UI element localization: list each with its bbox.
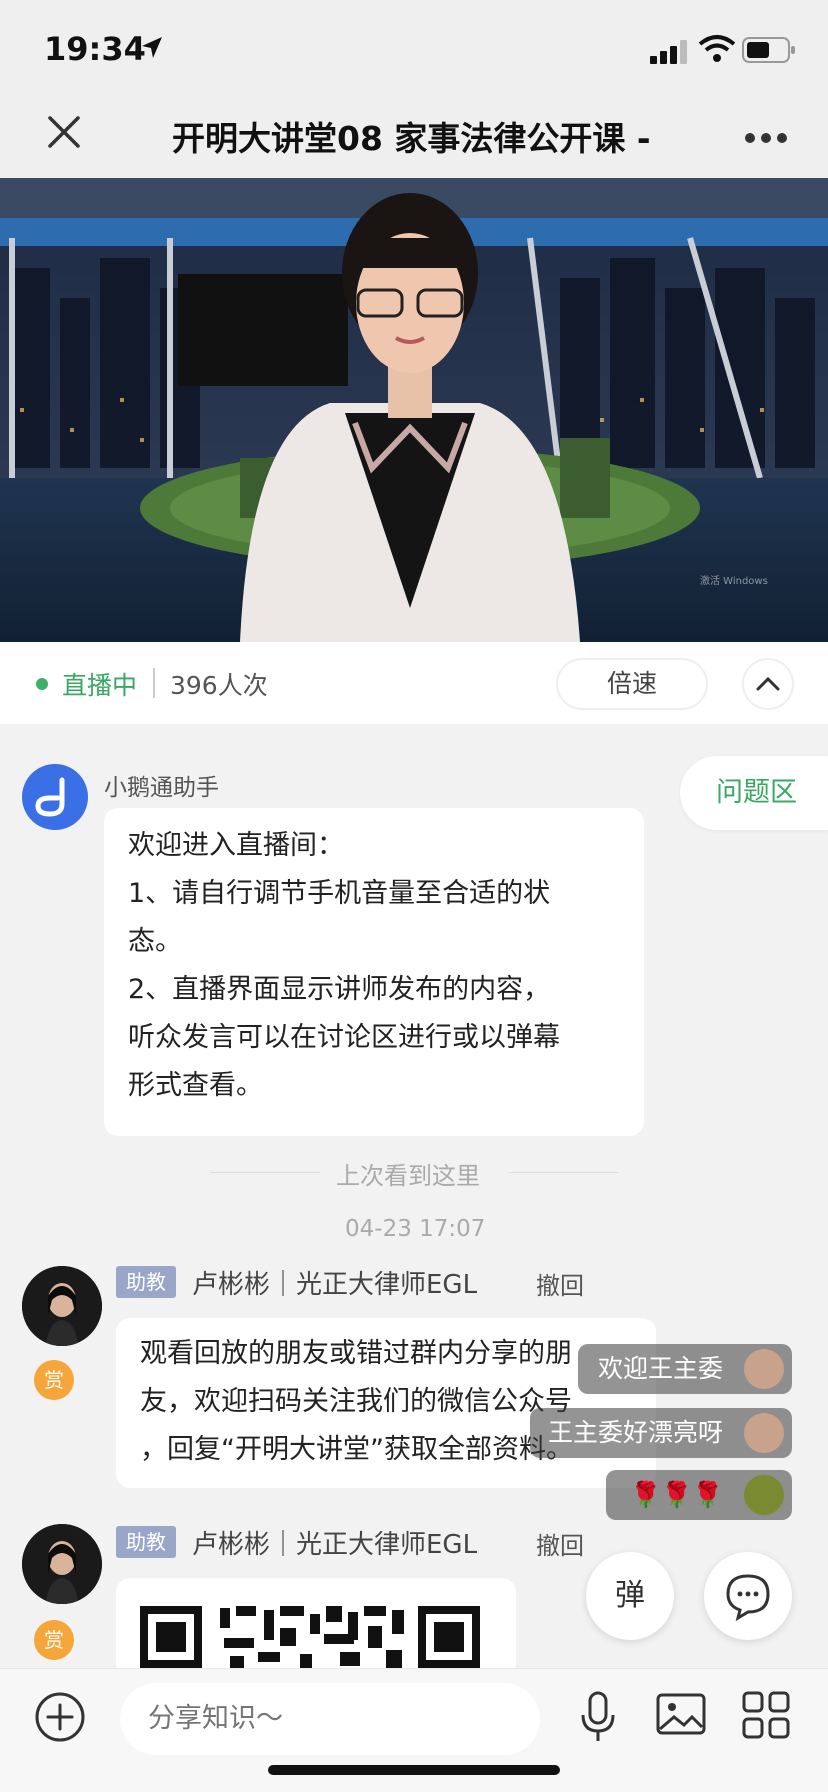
role-badge: 助教 <box>116 1266 176 1298</box>
location-arrow-icon <box>142 37 162 58</box>
message-line: 2、直播界面显示讲师发布的内容， <box>128 974 551 1005</box>
status-separator <box>153 668 155 698</box>
role-badge: 助教 <box>116 1526 176 1558</box>
qr-code-message[interactable] <box>116 1578 516 1678</box>
divider-line-left <box>210 1172 320 1173</box>
sunflower-icon <box>744 1475 784 1515</box>
danmaku-text: 王主委好漂亮呀 <box>548 1418 724 1447</box>
danmaku-item: 欢迎王主委 <box>578 1344 792 1394</box>
image-icon[interactable] <box>656 1691 706 1737</box>
assistant-message-bubble: 欢迎进入直播间： 1、请自行调节手机音量至合适的状 态。 2、直播界面显示讲师发… <box>104 808 644 1136</box>
apps-grid-icon[interactable] <box>742 1691 790 1739</box>
live-status: 直播中 <box>62 671 138 700</box>
more-icon[interactable] <box>744 132 788 144</box>
chat-button[interactable] <box>704 1552 792 1640</box>
live-video-player[interactable]: 激活 Windows <box>0 178 828 642</box>
avatar-photo <box>22 1524 102 1604</box>
danmaku-text: 🌹🌹🌹 <box>630 1480 724 1509</box>
home-indicator <box>268 1765 560 1775</box>
message-line: 形式查看。 <box>128 1070 263 1101</box>
close-icon[interactable] <box>44 112 84 152</box>
assistant-avatar[interactable] <box>22 764 88 830</box>
page-title: 开明大讲堂08 家事法律公开课 - <box>172 119 651 158</box>
windows-watermark: 激活 Windows <box>700 576 768 587</box>
add-circle-icon[interactable] <box>34 1691 86 1743</box>
message-line: 听众发言可以在讨论区进行或以弹幕 <box>128 1022 560 1053</box>
last-seen-divider: 上次看到这里 <box>336 1162 480 1190</box>
status-time: 19:34 <box>44 30 146 68</box>
message-timestamp: 04-23 17:07 <box>345 1216 486 1242</box>
cellular-signal-icon <box>650 40 687 64</box>
message-input[interactable] <box>120 1683 540 1755</box>
note-icon <box>35 777 65 817</box>
message-line: 态。 <box>128 926 182 957</box>
divider-line-right <box>508 1172 618 1173</box>
collapse-button[interactable] <box>742 658 794 710</box>
wifi-icon <box>698 35 736 62</box>
danmaku-text: 欢迎王主委 <box>598 1354 724 1383</box>
message-line: 观看回放的朋友或错过群内分享的朋 <box>140 1338 572 1369</box>
sender-avatar[interactable] <box>22 1266 102 1346</box>
live-indicator-dot <box>36 678 48 690</box>
chat-bubble-icon <box>726 1574 770 1622</box>
sender-name: 卢彬彬｜光正大律师EGL <box>192 1530 478 1560</box>
nav-bar: 开明大讲堂08 家事法律公开课 - <box>0 96 828 178</box>
viewer-count: 396人次 <box>170 671 268 700</box>
assistant-name: 小鹅通助手 <box>104 775 219 801</box>
message-line: 欢迎进入直播间： <box>128 830 344 861</box>
danmaku-avatar <box>744 1413 784 1453</box>
revoke-button[interactable]: 撤回 <box>536 1266 584 1301</box>
danmaku-item: 🌹🌹🌹 <box>606 1470 792 1520</box>
sender-avatar[interactable] <box>22 1524 102 1604</box>
reward-badge[interactable]: 赏 <box>34 1360 74 1400</box>
danmaku-avatar <box>744 1349 784 1389</box>
status-bar: 19:34 <box>0 0 828 96</box>
revoke-button[interactable]: 撤回 <box>536 1526 584 1561</box>
reward-badge[interactable]: 赏 <box>34 1620 74 1660</box>
microphone-icon[interactable] <box>578 1691 618 1743</box>
qa-area-button[interactable]: 问题区 <box>680 756 828 830</box>
live-status-bar: 直播中 396人次 倍速 <box>0 642 828 724</box>
bottom-input-bar <box>0 1668 828 1792</box>
danmaku-item: 王主委好漂亮呀 <box>530 1408 792 1458</box>
barrage-toggle-button[interactable]: 弹 <box>586 1552 674 1640</box>
message-line: 1、请自行调节手机音量至合适的状 <box>128 878 551 909</box>
sender-name: 卢彬彬｜光正大律师EGL <box>192 1270 478 1300</box>
battery-icon <box>742 37 795 63</box>
message-bubble: 观看回放的朋友或错过群内分享的朋 友，欢迎扫码关注我们的微信公众号 ，回复“开明… <box>116 1318 656 1488</box>
playback-speed-button[interactable]: 倍速 <box>556 658 708 710</box>
avatar-photo <box>22 1266 102 1346</box>
chevron-up-icon <box>756 676 780 691</box>
